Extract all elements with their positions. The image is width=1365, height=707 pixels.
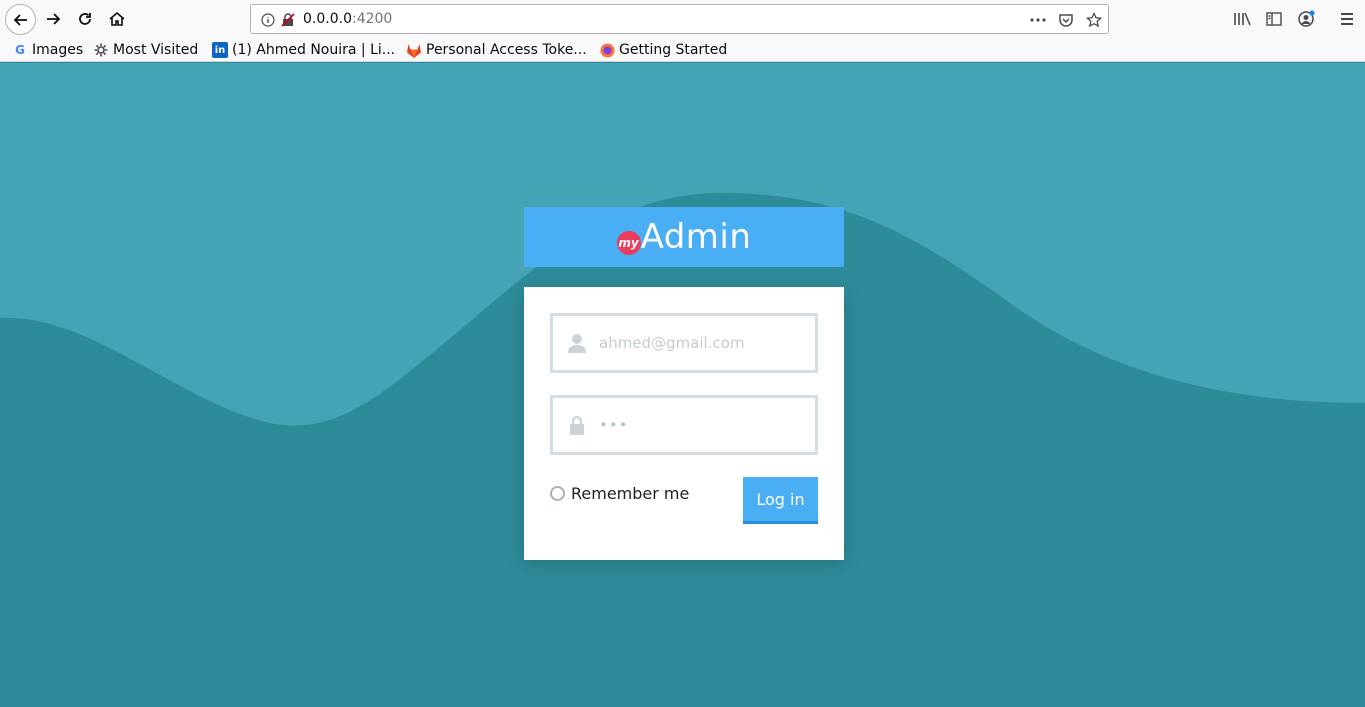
sidebar-icon[interactable] [1264, 9, 1284, 29]
bookmark-getting-started[interactable]: Getting Started [599, 41, 727, 59]
forward-button[interactable] [39, 5, 67, 33]
remember-me-radio[interactable] [550, 486, 565, 501]
google-icon: G [15, 43, 25, 57]
bookmark-gitlab[interactable]: Personal Access Toke... [406, 41, 587, 59]
login-page: my Admin Remember me Log in [0, 63, 1365, 707]
url-port: :4200 [351, 11, 393, 27]
reload-button[interactable] [71, 5, 99, 33]
account-icon[interactable] [1296, 9, 1316, 29]
library-icon[interactable] [1232, 9, 1252, 29]
home-button[interactable] [103, 5, 131, 33]
home-icon [109, 11, 125, 26]
password-field[interactable] [550, 395, 818, 455]
gitlab-icon [406, 42, 422, 58]
menu-icon[interactable] [1337, 9, 1357, 29]
linkedin-icon: in [212, 42, 228, 58]
login-button[interactable]: Log in [743, 477, 818, 524]
brand-badge: my [616, 231, 641, 255]
remember-me-toggle[interactable]: Remember me [550, 484, 689, 503]
bookmark-star-icon[interactable] [1085, 11, 1103, 29]
reload-icon [79, 13, 91, 25]
bookmark-label: Getting Started [619, 42, 728, 58]
browser-toolbar: 0.0.0.0:4200 [0, 0, 1365, 38]
user-icon [567, 333, 587, 353]
url-text[interactable]: 0.0.0.0:4200 [303, 11, 392, 27]
brand-name: Admin [640, 217, 752, 257]
password-input[interactable] [599, 413, 809, 437]
forward-arrow-icon [47, 13, 61, 25]
lock-icon [567, 415, 587, 435]
remember-me-label: Remember me [571, 484, 690, 503]
email-field[interactable] [550, 313, 818, 373]
url-bar[interactable]: 0.0.0.0:4200 [250, 4, 1109, 34]
email-input[interactable] [599, 331, 809, 355]
page-actions-icon[interactable] [1029, 11, 1047, 29]
bookmark-images[interactable]: G Images [12, 41, 83, 59]
url-host: 0.0.0.0 [303, 11, 352, 27]
back-arrow-icon [13, 13, 27, 26]
bookmark-label: (1) Ahmed Nouira | Li... [232, 42, 396, 58]
bookmark-label: Personal Access Toke... [426, 42, 587, 58]
bookmark-most-visited[interactable]: Most Visited [93, 41, 198, 59]
gear-icon [93, 42, 109, 58]
bookmark-linkedin[interactable]: in (1) Ahmed Nouira | Li... [212, 41, 395, 59]
back-button[interactable] [5, 4, 36, 35]
info-icon[interactable] [259, 11, 277, 29]
bookmark-label: Images [32, 42, 84, 58]
brand-header: my Admin [524, 207, 844, 267]
pocket-icon[interactable] [1057, 11, 1075, 29]
insecure-lock-icon[interactable] [279, 11, 297, 29]
bookmark-label: Most Visited [113, 42, 199, 58]
firefox-icon [599, 42, 615, 58]
login-card: Remember me Log in [524, 287, 844, 560]
